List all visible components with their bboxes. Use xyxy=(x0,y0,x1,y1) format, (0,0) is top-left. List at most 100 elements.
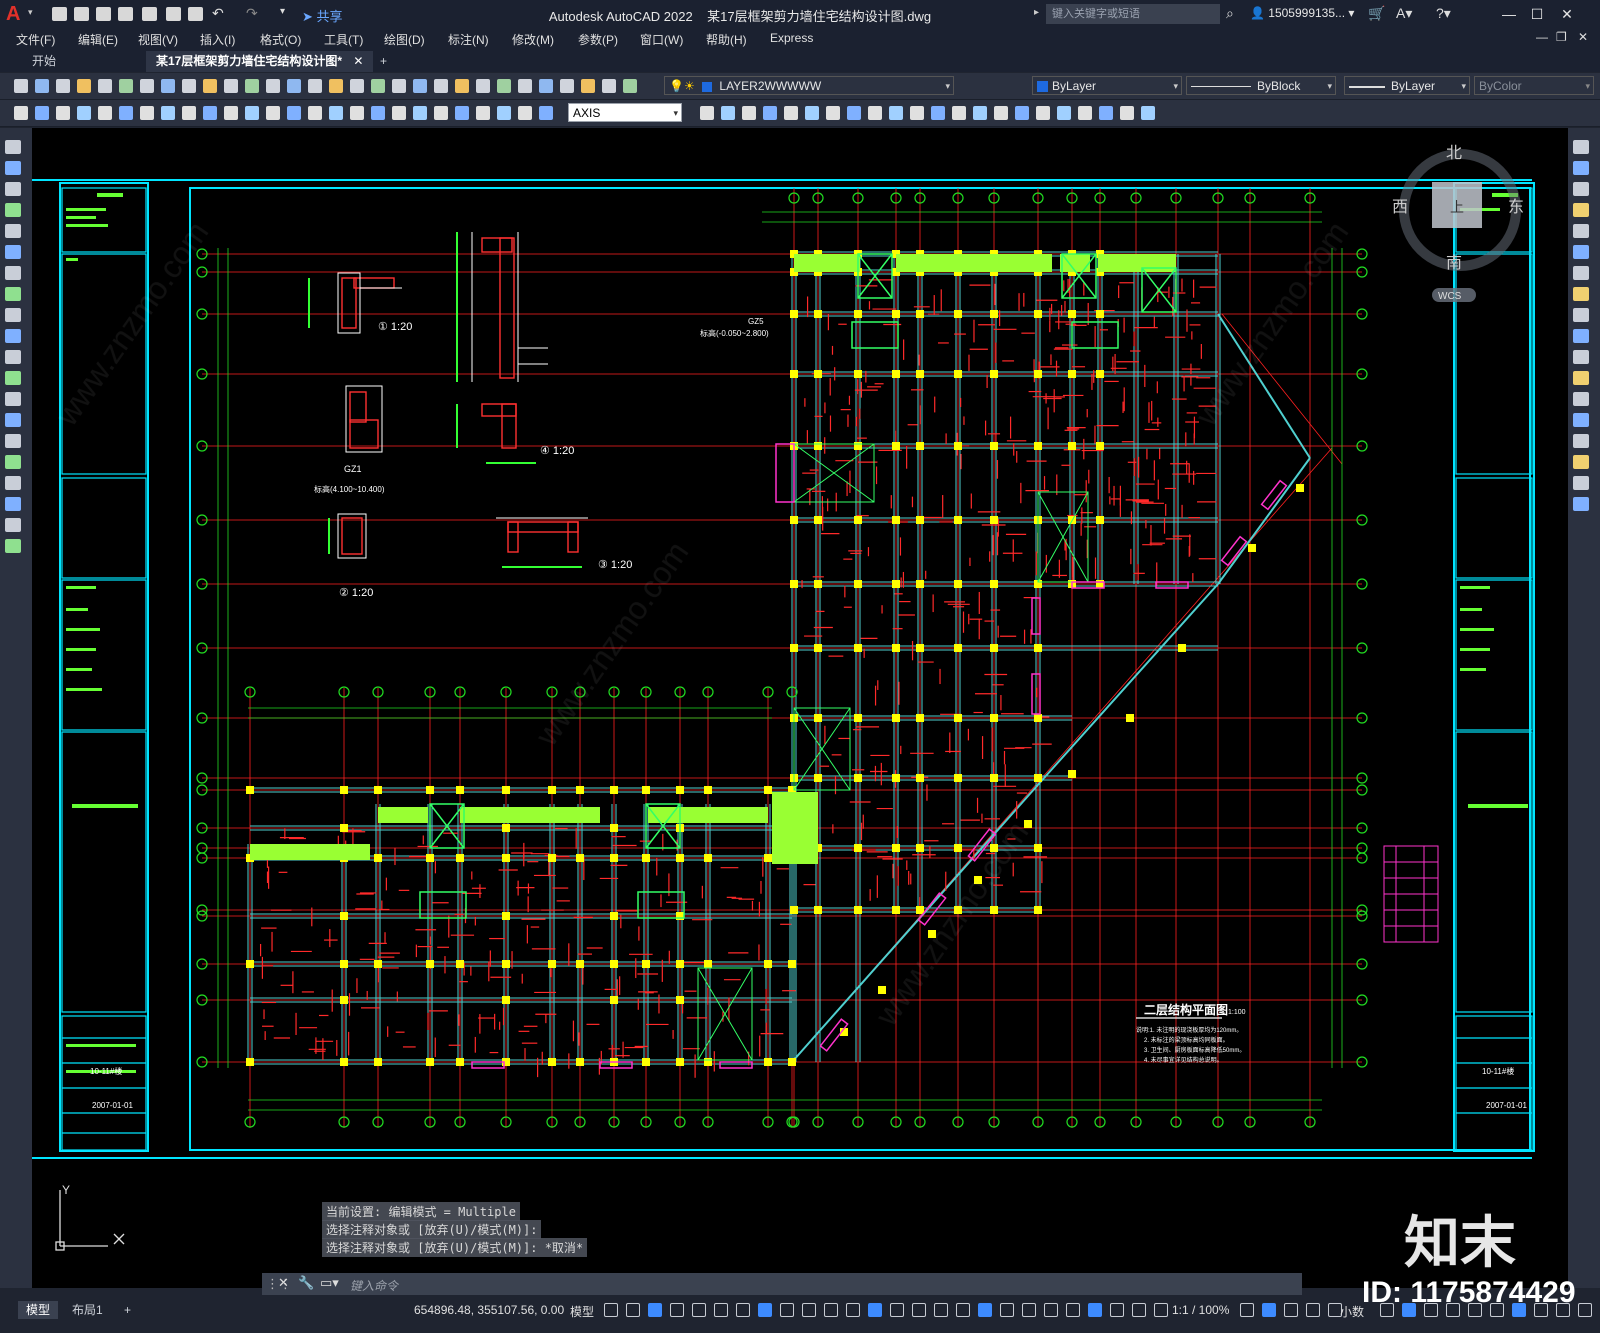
toolbar1-tool-16-icon[interactable] xyxy=(329,79,343,93)
modify-tool-1-icon[interactable] xyxy=(1573,140,1589,154)
search-icon[interactable]: ⌕ xyxy=(1226,5,1234,22)
command-input[interactable]: 键入命令 xyxy=(350,1277,398,1294)
toolbar2-tool-31-icon[interactable] xyxy=(784,106,798,120)
modify-tool-4-icon[interactable] xyxy=(1573,203,1589,217)
toolbar1-tool-8-icon[interactable] xyxy=(161,79,175,93)
toolbar1-tool-9-icon[interactable] xyxy=(182,79,196,93)
status-toggle-12-icon[interactable] xyxy=(846,1303,860,1317)
toolbar1-tool-11-icon[interactable] xyxy=(224,79,238,93)
menu-modify[interactable]: 修改(M) xyxy=(512,31,554,48)
toolbar2-tool-23-icon[interactable] xyxy=(476,106,490,120)
toolbar2-tool-16-icon[interactable] xyxy=(329,106,343,120)
toolbar2-tool-26-icon[interactable] xyxy=(539,106,553,120)
toolbar1-tool-24-icon[interactable] xyxy=(497,79,511,93)
toolbar2-tool-15-icon[interactable] xyxy=(308,106,322,120)
status-toggle-20-icon[interactable] xyxy=(1022,1303,1036,1317)
minimize-button[interactable]: — xyxy=(1498,4,1520,24)
search-expand-icon[interactable]: ▸ xyxy=(1034,7,1039,18)
drawing-canvas[interactable]: ① 1:20 ② 1:20 ③ 1:20 ④ 1:20 GZ1 标高(4.100… xyxy=(32,128,1568,1288)
toolbar2-tool-1-icon[interactable] xyxy=(14,106,28,120)
toolbar1-tool-27-icon[interactable] xyxy=(560,79,574,93)
new-file-icon[interactable] xyxy=(52,7,67,21)
open-web-icon[interactable] xyxy=(142,7,157,21)
tab-layout1[interactable]: 布局1 xyxy=(64,1301,111,1319)
modify-tool-11-icon[interactable] xyxy=(1573,350,1589,364)
modify-tool-8-icon[interactable] xyxy=(1573,287,1589,301)
redo-icon[interactable]: ↷ xyxy=(246,5,258,22)
status-toggle-26-icon[interactable] xyxy=(1154,1303,1168,1317)
toolbar2-tool-34-icon[interactable] xyxy=(847,106,861,120)
help-icon[interactable]: ?▾ xyxy=(1436,5,1451,22)
draw-tool-3-icon[interactable] xyxy=(5,182,21,196)
modify-tool-6-icon[interactable] xyxy=(1573,245,1589,259)
draw-tool-5-icon[interactable] xyxy=(5,224,21,238)
lineweight-dropdown[interactable]: ByLayer ▾ xyxy=(1344,76,1470,95)
menu-draw[interactable]: 绘图(D) xyxy=(384,31,425,48)
search-input[interactable]: 键入关键字或短语 xyxy=(1046,4,1220,24)
toolbar2-tool-46-icon[interactable] xyxy=(1099,106,1113,120)
status-toggle-9-icon[interactable] xyxy=(780,1303,794,1317)
modify-tool-9-icon[interactable] xyxy=(1573,308,1589,322)
modify-tool-2-icon[interactable] xyxy=(1573,161,1589,175)
autodesk-app-icon[interactable]: A▾ xyxy=(1396,5,1412,22)
tab-active-drawing[interactable]: 某17层框架剪力墙住宅结构设计图* ✕ xyxy=(146,51,374,72)
cart-icon[interactable]: 🛒 xyxy=(1368,5,1385,22)
status-toggle-16-icon[interactable] xyxy=(934,1303,948,1317)
status-toggle-15-icon[interactable] xyxy=(912,1303,926,1317)
toolbar1-tool-1-icon[interactable] xyxy=(14,79,28,93)
toolbar2-tool-42-icon[interactable] xyxy=(1015,106,1029,120)
toolbar2-tool-39-icon[interactable] xyxy=(952,106,966,120)
toolbar1-tool-17-icon[interactable] xyxy=(350,79,364,93)
toolbar1-tool-28-icon[interactable] xyxy=(581,79,595,93)
undo-icon[interactable]: ↶ xyxy=(212,5,224,22)
command-close-icon[interactable]: ✕ xyxy=(278,1275,289,1291)
menu-tools[interactable]: 工具(T) xyxy=(324,31,363,48)
status-toggle-5-icon[interactable] xyxy=(692,1303,706,1317)
toolbar2-tool-5-icon[interactable] xyxy=(98,106,112,120)
menu-file[interactable]: 文件(F) xyxy=(16,31,55,48)
status-toggle-6-icon[interactable] xyxy=(714,1303,728,1317)
toolbar2-tool-36-icon[interactable] xyxy=(889,106,903,120)
toolbar1-tool-15-icon[interactable] xyxy=(308,79,322,93)
share-button[interactable]: ➤ 共享 xyxy=(302,6,343,25)
toolbar2-tool-29-icon[interactable] xyxy=(742,106,756,120)
toolbar2-tool-14-icon[interactable] xyxy=(287,106,301,120)
open-file-icon[interactable] xyxy=(74,7,89,21)
toolbar2-tool-20-icon[interactable] xyxy=(413,106,427,120)
modify-tool-16-icon[interactable] xyxy=(1573,455,1589,469)
status-toggle-29-icon[interactable] xyxy=(1284,1303,1298,1317)
tab-start[interactable]: 开始 xyxy=(22,51,66,72)
maximize-button[interactable]: ☐ xyxy=(1526,4,1548,24)
model-space-toggle[interactable]: 模型 xyxy=(570,1303,594,1320)
draw-tool-4-icon[interactable] xyxy=(5,203,21,217)
status-toggle-3-icon[interactable] xyxy=(648,1303,662,1317)
doc-restore-icon[interactable]: ❐ xyxy=(1556,30,1567,44)
toolbar2-tool-45-icon[interactable] xyxy=(1078,106,1092,120)
toolbar2-tool-25-icon[interactable] xyxy=(518,106,532,120)
toolbar1-tool-7-icon[interactable] xyxy=(140,79,154,93)
status-toggle-41-icon[interactable] xyxy=(1578,1303,1592,1317)
toolbar1-tool-5-icon[interactable] xyxy=(98,79,112,93)
modify-tool-7-icon[interactable] xyxy=(1573,266,1589,280)
toolbar2-tool-43-icon[interactable] xyxy=(1036,106,1050,120)
toolbar2-tool-3-icon[interactable] xyxy=(56,106,70,120)
toolbar2-tool-37-icon[interactable] xyxy=(910,106,924,120)
toolbar2-tool-11-icon[interactable] xyxy=(224,106,238,120)
save-web-icon[interactable] xyxy=(166,7,181,21)
modify-tool-15-icon[interactable] xyxy=(1573,434,1589,448)
save-icon[interactable] xyxy=(96,7,111,21)
modify-tool-10-icon[interactable] xyxy=(1573,329,1589,343)
menu-parametric[interactable]: 参数(P) xyxy=(578,31,618,48)
draw-tool-8-icon[interactable] xyxy=(5,287,21,301)
toolbar2-tool-41-icon[interactable] xyxy=(994,106,1008,120)
status-toggle-8-icon[interactable] xyxy=(758,1303,772,1317)
plotstyle-dropdown[interactable]: ByColor ▾ xyxy=(1474,76,1594,95)
app-menu-chevron-icon[interactable]: ▾ xyxy=(28,7,33,18)
toolbar2-tool-33-icon[interactable] xyxy=(826,106,840,120)
layer-dropdown[interactable]: 💡☀ LAYER2WWWWW ▾ xyxy=(664,76,954,95)
toolbar1-tool-21-icon[interactable] xyxy=(434,79,448,93)
color-dropdown[interactable]: ByLayer ▾ xyxy=(1032,76,1182,95)
annotation-scale[interactable]: 1:1 / 100% xyxy=(1172,1303,1229,1317)
toolbar2-tool-6-icon[interactable] xyxy=(119,106,133,120)
toolbar1-tool-29-icon[interactable] xyxy=(602,79,616,93)
